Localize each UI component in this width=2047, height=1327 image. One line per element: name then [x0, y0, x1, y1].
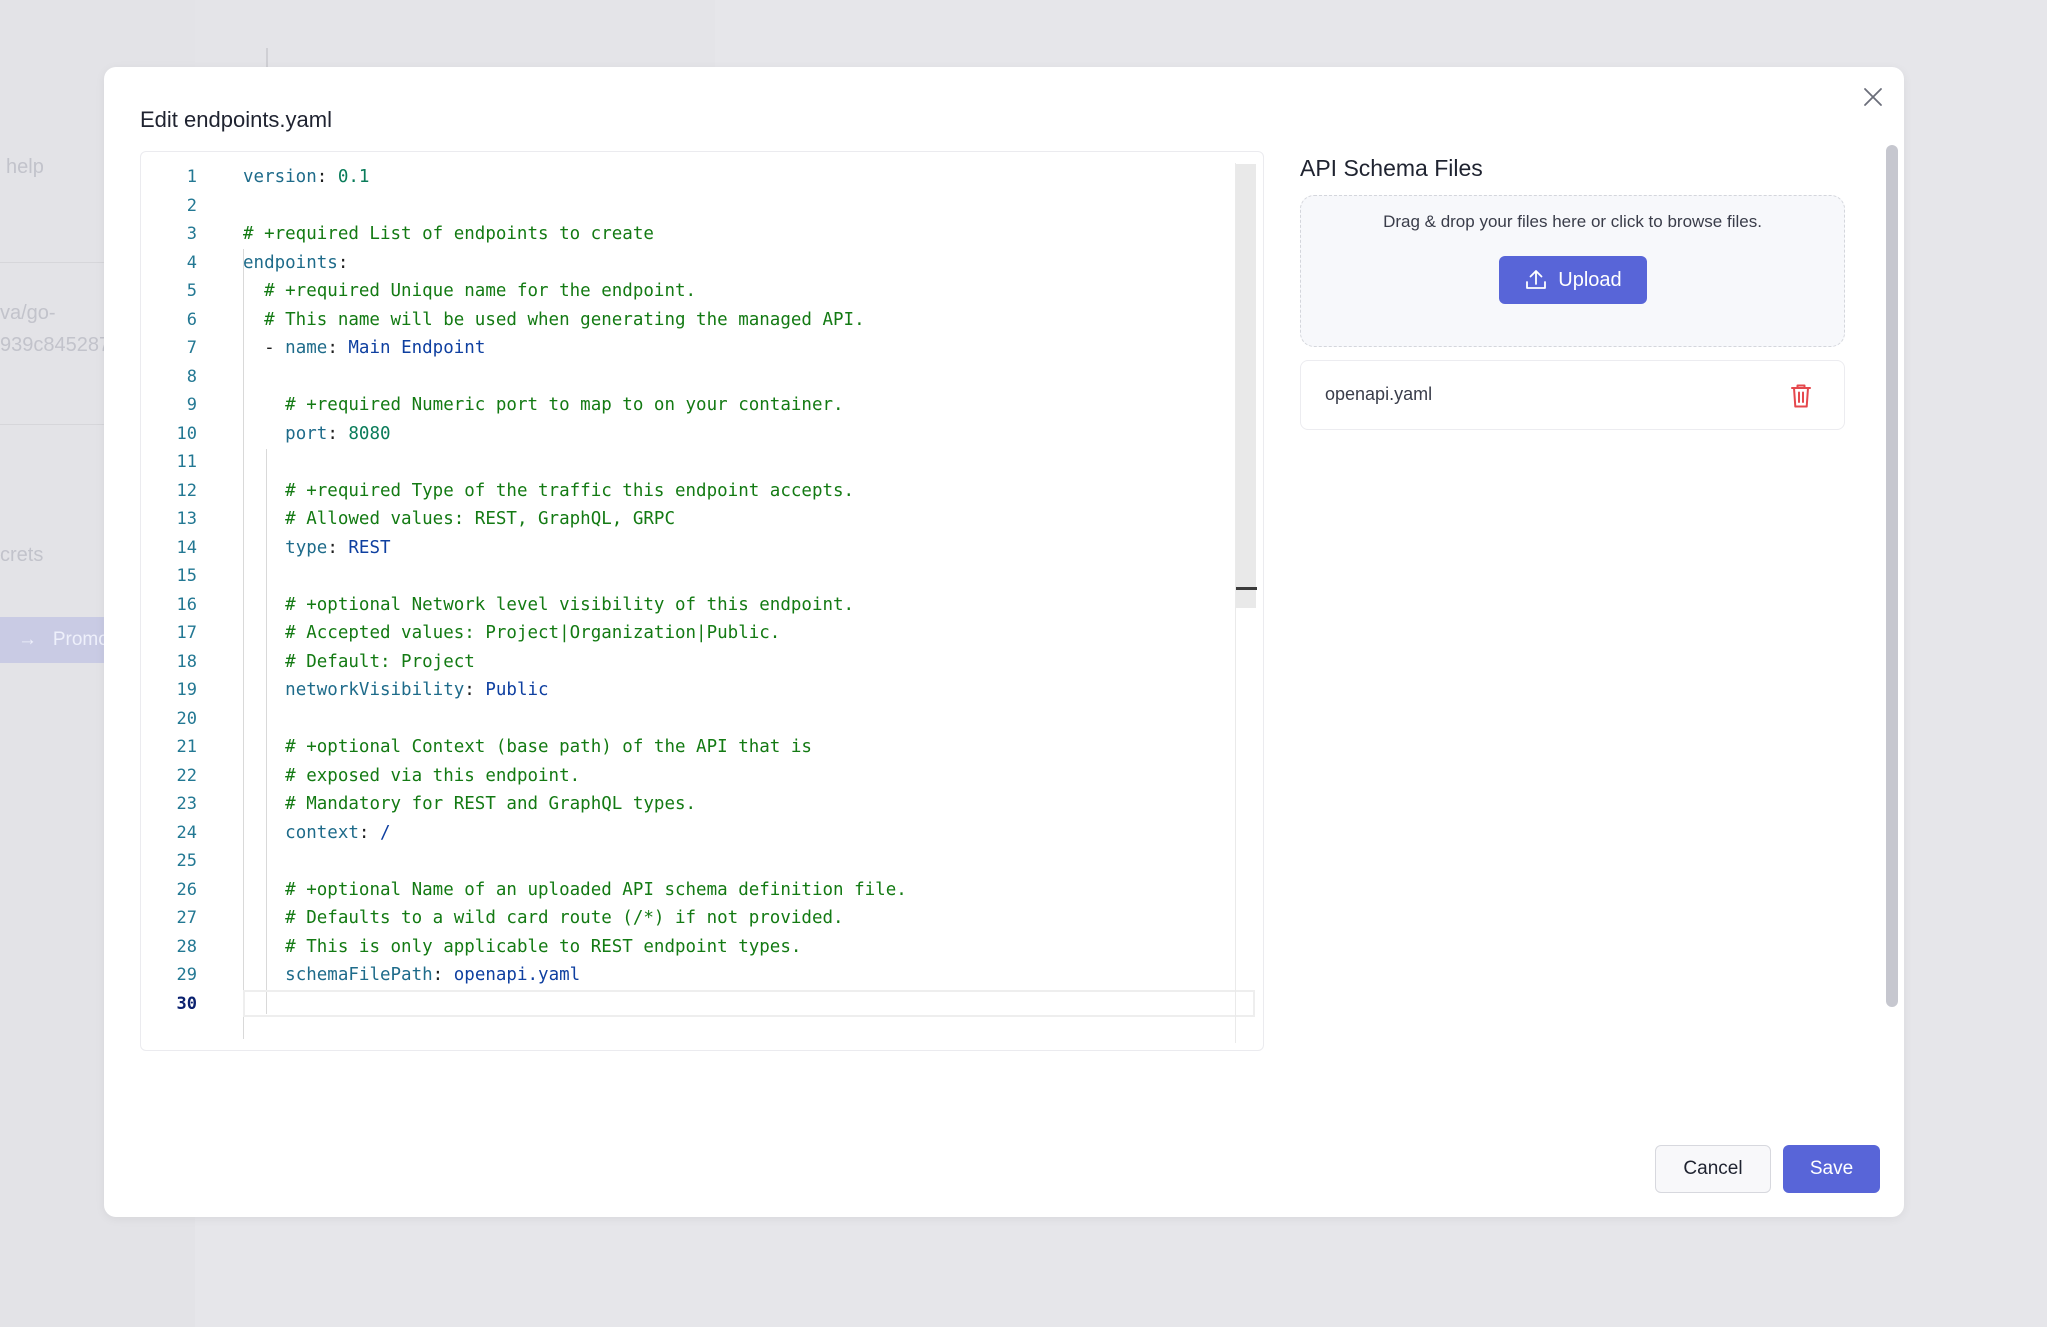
line-number: 25 — [176, 851, 197, 871]
modal-scrollbar[interactable] — [1886, 145, 1898, 1007]
code-line: # exposed via this endpoint. — [285, 765, 581, 786]
code-line: # +required Numeric port to map to on yo… — [285, 395, 844, 415]
background-promote-button: → Promo — [0, 617, 110, 663]
line-number: 8 — [186, 366, 197, 387]
trash-icon — [1791, 384, 1811, 408]
code-line: # Defaults to a wild card route (/*) if … — [285, 908, 844, 928]
editor-scrollbar-thumb[interactable] — [1236, 164, 1256, 608]
close-icon — [1864, 88, 1882, 106]
line-number: 11 — [176, 452, 197, 472]
background-secrets-text: crets — [0, 544, 44, 566]
background-promote-label: Promo — [52, 629, 109, 650]
line-number: 12 — [176, 480, 197, 501]
code-line: version: 0.1 — [243, 167, 370, 187]
background-repo-hash: 939c845287 — [0, 334, 111, 356]
code-line: - name: Main Endpoint — [264, 338, 486, 358]
file-name: openapi.yaml — [1325, 384, 1433, 404]
code-line: # Mandatory for REST and GraphQL types. — [285, 794, 697, 814]
cancel-button[interactable]: Cancel — [1655, 1145, 1771, 1193]
line-number: 14 — [176, 537, 197, 558]
code-line: # Accepted values: Project|Organization|… — [285, 623, 781, 643]
schema-files-title: API Schema Files — [1300, 155, 1483, 181]
background-help-text: help — [6, 156, 44, 178]
file-list-item: openapi.yaml — [1300, 360, 1845, 430]
editor-scroll-position-marker — [1236, 587, 1257, 590]
code-line: # +optional Context (base path) of the A… — [285, 737, 812, 757]
line-number: 21 — [176, 737, 197, 757]
background-repo-text: va/go- — [0, 302, 56, 324]
line-number: 16 — [176, 594, 197, 615]
edit-file-modal: Edit endpoints.yaml 1 2 3 4 5 6 7 8 9 10 11 12 13 14 1… — [104, 67, 1904, 1217]
code-line: type: REST — [285, 537, 391, 558]
code-line: endpoints: — [243, 252, 349, 273]
modal-title: Edit endpoints.yaml — [140, 107, 332, 132]
code-line: # +optional Network level visibility of … — [285, 594, 855, 615]
code-line: # Allowed values: REST, GraphQL, GRPC — [285, 509, 675, 529]
code-line: # Default: Project — [285, 651, 475, 672]
line-number: 15 — [176, 566, 197, 586]
code-line: # +optional Name of an uploaded API sche… — [285, 879, 907, 900]
line-number: 7 — [186, 338, 197, 358]
line-number: 6 — [186, 309, 197, 330]
upload-icon — [1526, 270, 1547, 289]
code-line: networkVisibility: Public — [285, 680, 549, 700]
line-number-gutter: 1 2 3 4 5 6 7 8 9 10 11 12 13 14 15 16 17 18 19 20 21 22 23 24 2… — [141, 163, 211, 1018]
line-number: 17 — [176, 623, 197, 643]
background-divider — [0, 424, 110, 425]
code-line: # This name will be used when generating… — [264, 309, 865, 330]
line-number: 10 — [176, 423, 197, 444]
code-line: context: / — [285, 822, 391, 843]
upload-button-label: Upload — [1558, 268, 1622, 291]
line-number: 1 — [186, 167, 197, 187]
code-line: port: 8080 — [285, 423, 391, 444]
code-content[interactable]: version: 0.1 # +required List of endpoin… — [243, 163, 1223, 1018]
delete-file-button[interactable] — [1787, 381, 1815, 411]
line-number: 29 — [176, 965, 197, 985]
code-editor[interactable]: 1 2 3 4 5 6 7 8 9 10 11 12 13 14 15 16 17 18 19 20 21 22 23 24 2… — [140, 151, 1264, 1051]
code-line: # +required List of endpoints to create — [243, 224, 654, 244]
line-number: 18 — [176, 651, 197, 672]
line-number: 24 — [176, 822, 197, 843]
line-number: 20 — [176, 708, 197, 729]
background-header-panel — [195, 0, 715, 70]
code-line: # This is only applicable to REST endpoi… — [285, 936, 802, 957]
line-number: 19 — [176, 680, 197, 700]
line-number: 9 — [186, 395, 197, 415]
code-line: # +required Type of the traffic this end… — [285, 480, 855, 501]
line-number: 5 — [186, 281, 197, 301]
background-divider — [0, 262, 110, 263]
file-dropzone[interactable]: Drag & drop your files here or click to … — [1300, 195, 1845, 347]
line-number: 23 — [176, 794, 197, 814]
code-line: schemaFilePath: openapi.yaml — [285, 965, 581, 985]
line-number: 2 — [186, 195, 197, 216]
line-number: 3 — [186, 224, 197, 244]
dropzone-text: Drag & drop your files here or click to … — [1383, 212, 1762, 231]
code-line: # +required Unique name for the endpoint… — [264, 281, 697, 301]
line-number: 28 — [176, 936, 197, 957]
upload-button[interactable]: Upload — [1499, 256, 1647, 304]
save-button[interactable]: Save — [1783, 1145, 1880, 1193]
line-number: 27 — [176, 908, 197, 928]
line-number: 22 — [176, 765, 197, 786]
line-number: 26 — [176, 879, 197, 900]
line-number: 13 — [176, 509, 197, 529]
line-number: 30 — [176, 993, 197, 1014]
close-button[interactable] — [1858, 82, 1888, 112]
line-number: 4 — [186, 252, 197, 273]
